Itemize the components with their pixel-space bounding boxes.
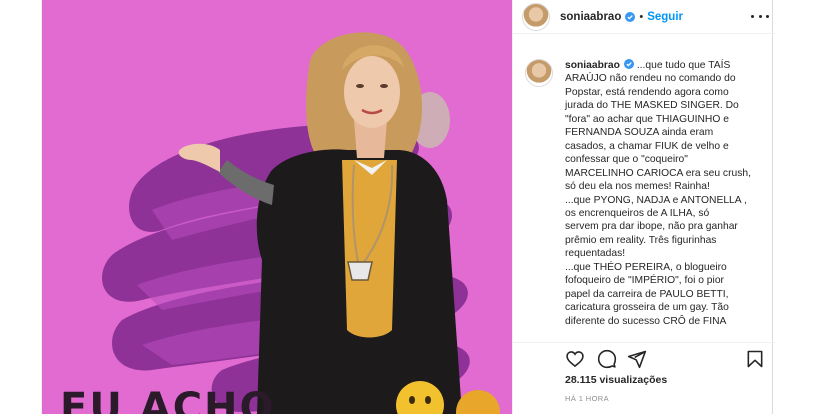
caption-line: ...que PYONG, NADJA e ANTONELLA , (565, 194, 747, 206)
caption-line: Popstar, está rendendo agora como (565, 86, 729, 98)
post-timestamp[interactable]: HÁ 1 HORA (565, 394, 609, 403)
caption-comment: soniaabrao ...que tudo que TAÍS ARAÚJO n… (525, 59, 765, 328)
caption-line: confessar que o "coqueiro" (565, 154, 688, 166)
header-username[interactable]: soniaabrao (560, 11, 621, 23)
caption-line: servem pra dar ibope, não pra ganhar (565, 221, 738, 233)
caption-line: MARCELINHO CARIOCA era seu crush, (565, 167, 751, 179)
caption-line: requentadas! (565, 248, 626, 260)
caption-line: casados, a chamar FIUK de velho e (565, 140, 729, 152)
post-details-panel: soniaabrao • Seguir soniaabrao ...que tu… (512, 0, 775, 414)
heart-icon[interactable] (565, 349, 585, 369)
avatar[interactable] (522, 2, 550, 31)
caption-line: só deu ela nos memes! Rainha! (565, 181, 710, 193)
caption-line: jurada do THE MASKED SINGER. Do (565, 100, 739, 112)
caption-line: FERNANDA SOUZA ainda eram (565, 127, 714, 139)
share-icon[interactable] (627, 349, 647, 369)
caption-line: fofoqueiro de "IMPÉRIO", foi o pior (565, 275, 724, 287)
caption-line: ARAÚJO não rendeu no comando do (565, 73, 736, 85)
instagram-post: EU ACHO soniaabrao • Seguir soniaabrao .… (41, 0, 775, 414)
views-label: visualizações (599, 374, 668, 386)
caption-line: os encrenqueiros de A ILHA, só (565, 207, 710, 219)
action-bar (513, 342, 775, 372)
bookmark-icon[interactable] (745, 349, 765, 369)
views-count[interactable]: 28.115 visualizações (565, 374, 667, 386)
caption-username[interactable]: soniaabrao (565, 60, 620, 71)
comments-area[interactable]: soniaabrao ...que tudo que TAÍS ARAÚJO n… (513, 35, 775, 342)
caption-line: papel da carreira de PAULO BETTI, (565, 288, 729, 300)
header-separator: • (639, 10, 644, 23)
post-image (102, 32, 500, 414)
caption-line: caricatura grosseira de um gay. Tão (565, 302, 729, 314)
post-media[interactable]: EU ACHO (42, 0, 512, 414)
views-number: 28.115 (565, 374, 597, 386)
caption-line: diferente do sucesso CRÔ de FINA (565, 315, 727, 327)
verified-badge-icon (625, 11, 636, 22)
avatar[interactable] (525, 59, 553, 87)
caption-line: prêmio em reality. Três figurinhas (565, 234, 717, 246)
caption-line: ...que THÉO PEREIRA, o blogueiro (565, 261, 727, 273)
verified-badge-icon (623, 59, 634, 69)
comment-icon[interactable] (597, 349, 617, 369)
more-options-icon[interactable] (751, 10, 769, 22)
caption-line: "fora" ao achar que THIAGUINHO e (565, 113, 729, 125)
caption-text: soniaabrao ...que tudo que TAÍS ARAÚJO n… (565, 59, 755, 328)
follow-button[interactable]: Seguir (647, 11, 683, 23)
image-caption-text: EU ACHO (60, 385, 276, 414)
post-header: soniaabrao • Seguir (513, 0, 775, 34)
caption-line: ...que tudo que TAÍS (636, 60, 731, 71)
